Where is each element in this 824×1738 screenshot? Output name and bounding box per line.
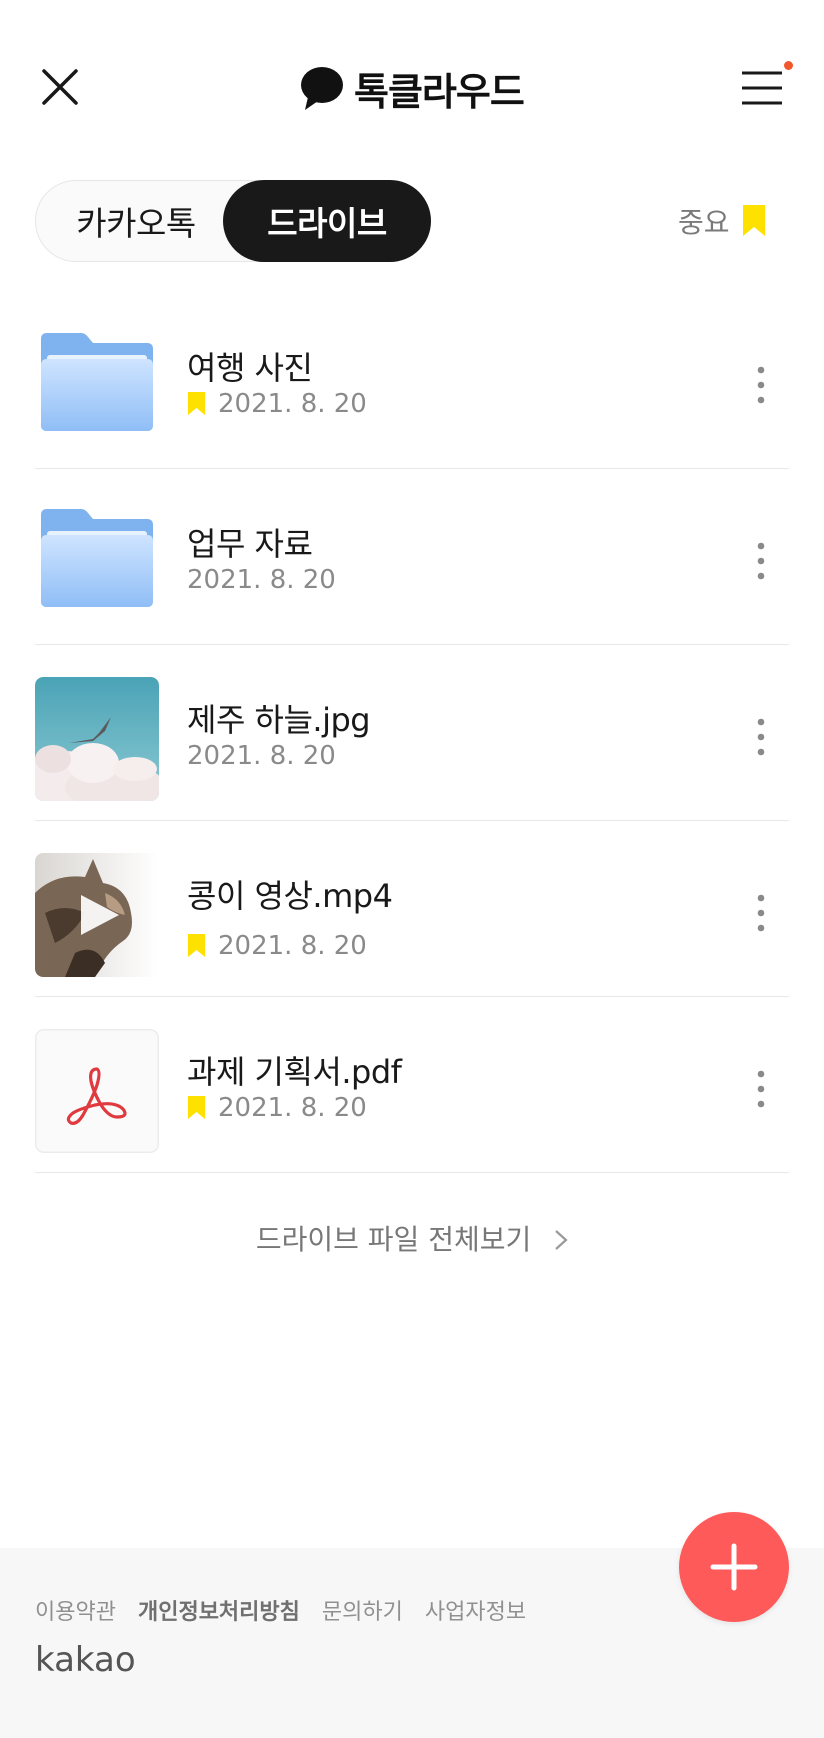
chat-bubble-icon — [301, 67, 343, 110]
file-name: 과제 기획서.pdf — [187, 1053, 402, 1091]
more-options-icon[interactable] — [753, 541, 769, 581]
file-list: 여행 사진 2021. 8. 20 업무 자료 2021. 8. 20 제주 하… — [35, 293, 789, 1173]
file-meta: 2021. 8. 20 — [187, 1093, 367, 1123]
file-date: 2021. 8. 20 — [218, 1093, 367, 1123]
privacy-policy-link[interactable]: 개인정보처리방침 — [138, 1594, 300, 1626]
file-date: 2021. 8. 20 — [218, 389, 367, 419]
business-info-link[interactable]: 사업자정보 — [425, 1594, 526, 1626]
close-button[interactable] — [40, 67, 80, 107]
bookmark-icon — [188, 1096, 205, 1119]
view-all-label: 드라이브 파일 전체보기 — [255, 1223, 532, 1256]
bookmark-icon — [742, 205, 765, 236]
list-item[interactable]: 업무 자료 2021. 8. 20 — [35, 469, 789, 645]
folder-icon — [41, 509, 153, 607]
list-item[interactable]: 제주 하늘.jpg 2021. 8. 20 — [35, 645, 789, 821]
view-all-drive-link[interactable]: 드라이브 파일 전체보기 — [0, 1218, 824, 1258]
file-date: 2021. 8. 20 — [187, 565, 336, 595]
file-meta: 2021. 8. 20 — [187, 741, 336, 771]
more-options-icon[interactable] — [753, 893, 769, 933]
chevron-right-icon — [555, 1230, 568, 1250]
more-options-icon[interactable] — [753, 1069, 769, 1109]
file-meta: 2021. 8. 20 — [187, 565, 336, 595]
file-name: 여행 사진 — [187, 349, 313, 387]
more-options-icon[interactable] — [753, 717, 769, 757]
file-name: 업무 자료 — [187, 525, 313, 563]
list-item[interactable]: 과제 기획서.pdf 2021. 8. 20 — [35, 997, 789, 1173]
important-filter[interactable]: 중요 — [678, 200, 766, 242]
file-date: 2021. 8. 20 — [218, 931, 367, 961]
file-meta: 2021. 8. 20 — [187, 931, 367, 961]
file-meta: 2021. 8. 20 — [187, 389, 367, 419]
notification-dot — [784, 61, 793, 70]
pdf-icon — [35, 1029, 159, 1153]
sky-photo-thumbnail — [35, 677, 159, 801]
bookmark-icon — [188, 934, 205, 957]
more-options-icon[interactable] — [753, 365, 769, 405]
plus-icon — [710, 1543, 758, 1591]
cat-video-thumbnail — [35, 853, 159, 977]
file-name: 제주 하늘.jpg — [187, 701, 371, 739]
list-item[interactable]: 여행 사진 2021. 8. 20 — [35, 293, 789, 469]
contact-link[interactable]: 문의하기 — [322, 1594, 403, 1626]
file-name: 콩이 영상.mp4 — [187, 877, 393, 915]
folder-icon — [41, 333, 153, 431]
terms-link[interactable]: 이용약관 — [35, 1594, 116, 1626]
list-item[interactable]: 콩이 영상.mp4 2021. 8. 20 — [35, 821, 789, 997]
tab-kakaotalk[interactable]: 카카오톡 — [36, 181, 236, 260]
hamburger-menu-icon — [742, 71, 782, 105]
source-toggle: 카카오톡 드라이브 — [35, 180, 431, 262]
app-title: 톡클라우드 — [354, 69, 525, 114]
kakao-logo: kakao — [35, 1640, 136, 1680]
important-label: 중요 — [678, 206, 730, 239]
footer-links: 이용약관 개인정보처리방침 문의하기 사업자정보 — [35, 1594, 548, 1626]
file-date: 2021. 8. 20 — [187, 741, 336, 771]
menu-button[interactable] — [740, 70, 784, 106]
app-logo: 톡클라우드 — [300, 62, 525, 114]
header: 톡클라우드 — [0, 0, 824, 176]
close-icon — [42, 69, 78, 105]
add-button[interactable] — [679, 1512, 789, 1622]
tab-drive[interactable]: 드라이브 — [223, 180, 431, 262]
bookmark-icon — [188, 392, 205, 415]
